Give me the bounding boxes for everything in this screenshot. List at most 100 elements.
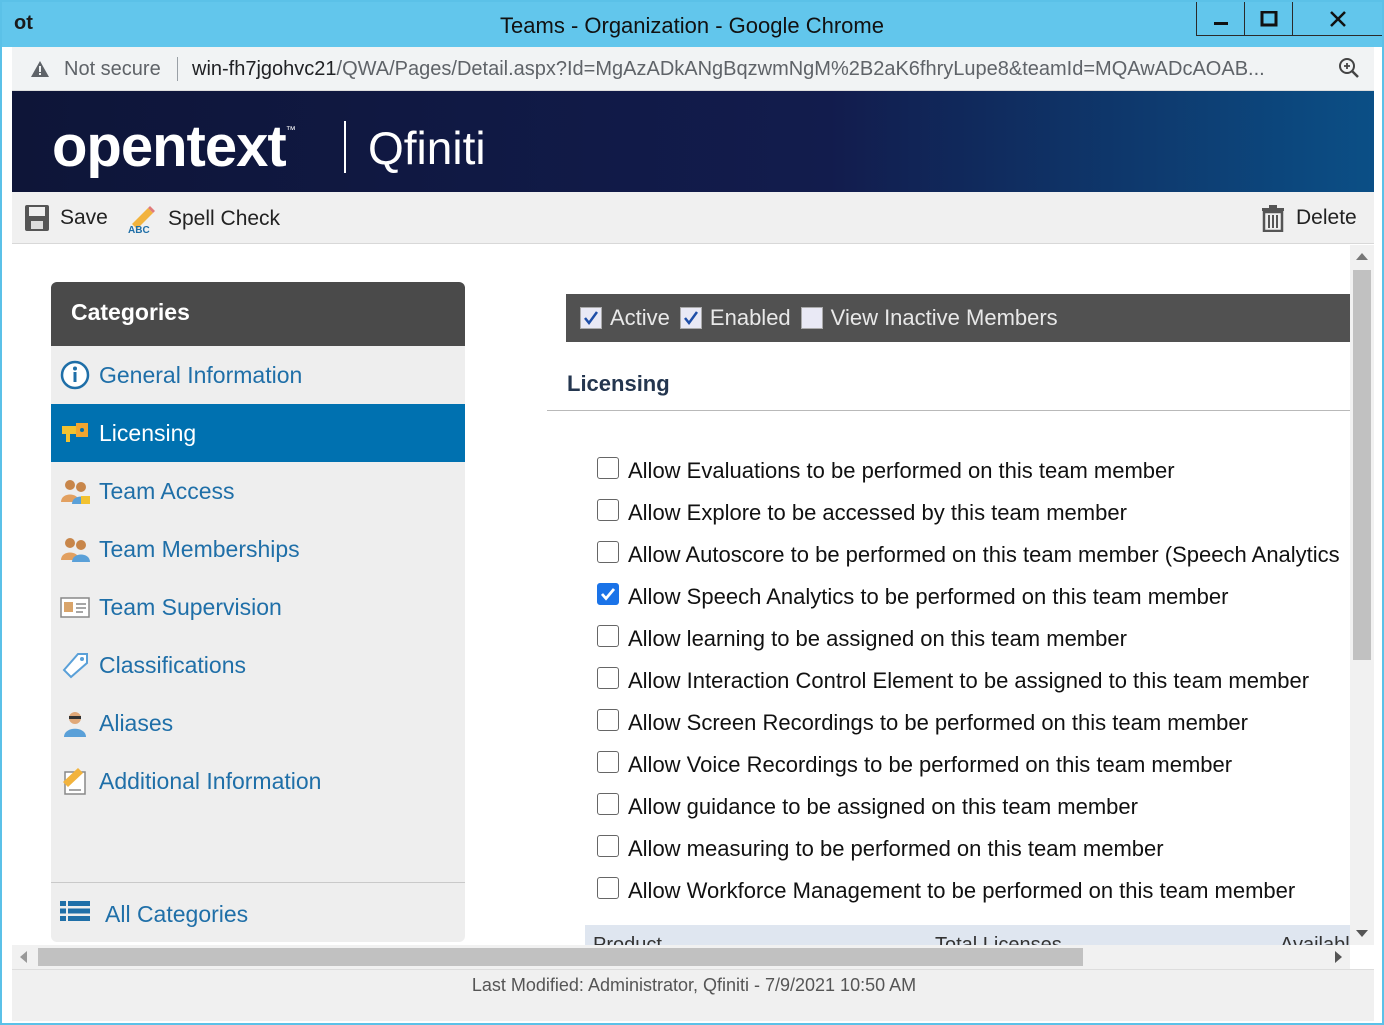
licensing-options: Allow Evaluations to be performed on thi… bbox=[597, 450, 1357, 912]
id-card-icon bbox=[59, 591, 91, 623]
checkbox[interactable] bbox=[597, 499, 619, 521]
license-key-icon bbox=[59, 417, 91, 449]
brand-trademark: ™ bbox=[285, 125, 296, 136]
enabled-label: Enabled bbox=[709, 305, 791, 330]
close-icon bbox=[1329, 10, 1346, 27]
category-team-memberships[interactable]: Team Memberships bbox=[51, 520, 465, 578]
checkbox[interactable] bbox=[597, 835, 619, 857]
license-option-interaction-control[interactable]: Allow Interaction Control Element to be … bbox=[597, 660, 1357, 702]
category-label: Additional Information bbox=[99, 767, 322, 794]
license-option-speech-analytics[interactable]: Allow Speech Analytics to be performed o… bbox=[597, 576, 1357, 618]
option-label: Allow Voice Recordings to be performed o… bbox=[628, 752, 1233, 777]
view-inactive-checkbox[interactable]: View Inactive Members bbox=[800, 305, 1058, 331]
close-button[interactable] bbox=[1292, 2, 1382, 36]
category-label: Team Access bbox=[99, 477, 235, 504]
option-label: Allow Explore to be accessed by this tea… bbox=[628, 500, 1127, 525]
delete-button[interactable]: Delete bbox=[1260, 204, 1357, 232]
option-label: Allow Screen Recordings to be performed … bbox=[628, 710, 1248, 735]
active-checkbox[interactable]: Active bbox=[580, 305, 670, 331]
option-label: Allow learning to be assigned on this te… bbox=[628, 626, 1127, 651]
category-team-access[interactable]: Team Access bbox=[51, 462, 465, 520]
category-general-information[interactable]: General Information bbox=[51, 346, 465, 404]
window-title: Teams - Organization - Google Chrome bbox=[500, 13, 884, 38]
checkbox[interactable] bbox=[597, 877, 619, 899]
brand-logo: opentext™ bbox=[52, 113, 296, 180]
main-content: Categories General Information Licensing… bbox=[12, 245, 1374, 945]
license-option-learning[interactable]: Allow learning to be assigned on this te… bbox=[597, 618, 1357, 660]
spell-check-button[interactable]: ABC Spell Check bbox=[126, 204, 280, 234]
info-icon bbox=[59, 359, 91, 391]
all-categories-link[interactable]: All Categories bbox=[51, 887, 248, 941]
license-option-voice-recordings[interactable]: Allow Voice Recordings to be performed o… bbox=[597, 744, 1357, 786]
checkbox[interactable] bbox=[597, 457, 619, 479]
checkbox[interactable] bbox=[597, 709, 619, 731]
last-modified-text: Last Modified: Administrator, Qfiniti - … bbox=[471, 975, 917, 995]
url-host: win-fh7jgohvc21 bbox=[192, 58, 337, 80]
alias-user-icon bbox=[59, 707, 91, 739]
option-label: Allow measuring to be performed on this … bbox=[628, 836, 1164, 861]
license-option-screen-recordings[interactable]: Allow Screen Recordings to be performed … bbox=[597, 702, 1357, 744]
category-licensing[interactable]: Licensing bbox=[51, 404, 465, 462]
spell-check-label: Spell Check bbox=[168, 207, 281, 230]
brand-divider bbox=[344, 121, 346, 173]
option-label: Allow Workforce Management to be perform… bbox=[628, 878, 1296, 903]
column-header: Availabl bbox=[1280, 934, 1350, 945]
security-label[interactable]: Not secure bbox=[64, 58, 161, 81]
category-classifications[interactable]: Classifications bbox=[51, 636, 465, 694]
checkbox[interactable] bbox=[597, 625, 619, 647]
category-aliases[interactable]: Aliases bbox=[51, 694, 465, 752]
checkbox[interactable] bbox=[597, 793, 619, 815]
enabled-checkbox[interactable]: Enabled bbox=[679, 305, 791, 331]
scroll-up-arrow-icon[interactable] bbox=[1356, 253, 1368, 260]
checkbox[interactable] bbox=[597, 667, 619, 689]
category-label: Team Memberships bbox=[99, 535, 300, 562]
license-option-measuring[interactable]: Allow measuring to be performed on this … bbox=[597, 828, 1357, 870]
scroll-down-arrow-icon[interactable] bbox=[1356, 930, 1368, 937]
category-label: General Information bbox=[99, 361, 303, 388]
window-controls bbox=[1196, 2, 1382, 36]
footer: Last Modified: Administrator, Qfiniti - … bbox=[12, 969, 1374, 1021]
horizontal-scrollbar[interactable] bbox=[12, 945, 1350, 969]
tag-icon bbox=[59, 649, 91, 681]
category-label: Licensing bbox=[99, 419, 197, 446]
address-bar[interactable]: Not secure win-fh7jgohvc21/QWA/Pages/Det… bbox=[12, 47, 1374, 91]
license-option-guidance[interactable]: Allow guidance to be assigned on this te… bbox=[597, 786, 1357, 828]
trash-icon bbox=[1262, 205, 1284, 232]
categories-header: Categories bbox=[51, 282, 465, 346]
license-option-autoscore[interactable]: Allow Autoscore to be performed on this … bbox=[597, 534, 1357, 576]
view-inactive-label: View Inactive Members bbox=[830, 305, 1058, 330]
maximize-button[interactable] bbox=[1244, 2, 1292, 36]
category-additional-information[interactable]: Additional Information bbox=[51, 752, 465, 810]
scroll-thumb[interactable] bbox=[38, 948, 1083, 966]
vertical-scrollbar[interactable] bbox=[1350, 245, 1374, 945]
option-label: Allow guidance to be assigned on this te… bbox=[628, 794, 1138, 819]
checkbox[interactable] bbox=[597, 751, 619, 773]
url-text[interactable]: win-fh7jgohvc21/QWA/Pages/Detail.aspx?Id… bbox=[192, 58, 1322, 81]
categories-panel: Categories General Information Licensing… bbox=[51, 282, 465, 942]
license-option-workforce-management[interactable]: Allow Workforce Management to be perform… bbox=[597, 870, 1357, 912]
edit-note-icon bbox=[59, 765, 91, 797]
minimize-button[interactable] bbox=[1196, 2, 1244, 36]
brand-banner: opentext™ Qfiniti bbox=[12, 91, 1374, 192]
checkmark-icon bbox=[600, 588, 616, 601]
address-separator bbox=[177, 57, 178, 81]
url-path: /QWA/Pages/Detail.aspx?Id=MgAzADkANgBqzw… bbox=[336, 58, 1265, 80]
license-option-evaluations[interactable]: Allow Evaluations to be performed on thi… bbox=[597, 450, 1357, 492]
active-label: Active bbox=[610, 305, 670, 330]
list-icon bbox=[59, 899, 91, 929]
minimize-icon bbox=[1213, 21, 1228, 25]
team-memberships-icon bbox=[59, 533, 91, 565]
save-button[interactable]: Save bbox=[24, 204, 108, 232]
option-label: Allow Evaluations to be performed on thi… bbox=[628, 458, 1175, 483]
category-team-supervision[interactable]: Team Supervision bbox=[51, 578, 465, 636]
category-label: Classifications bbox=[99, 651, 246, 678]
scroll-right-arrow-icon[interactable] bbox=[1335, 951, 1342, 963]
zoom-icon[interactable] bbox=[1338, 57, 1360, 79]
scroll-thumb[interactable] bbox=[1353, 270, 1371, 660]
checkbox[interactable] bbox=[597, 541, 619, 563]
license-option-explore[interactable]: Allow Explore to be accessed by this tea… bbox=[597, 492, 1357, 534]
column-header: Product bbox=[593, 934, 662, 945]
scroll-left-arrow-icon[interactable] bbox=[20, 951, 27, 963]
checkbox[interactable] bbox=[597, 583, 619, 605]
section-divider bbox=[547, 410, 1350, 411]
